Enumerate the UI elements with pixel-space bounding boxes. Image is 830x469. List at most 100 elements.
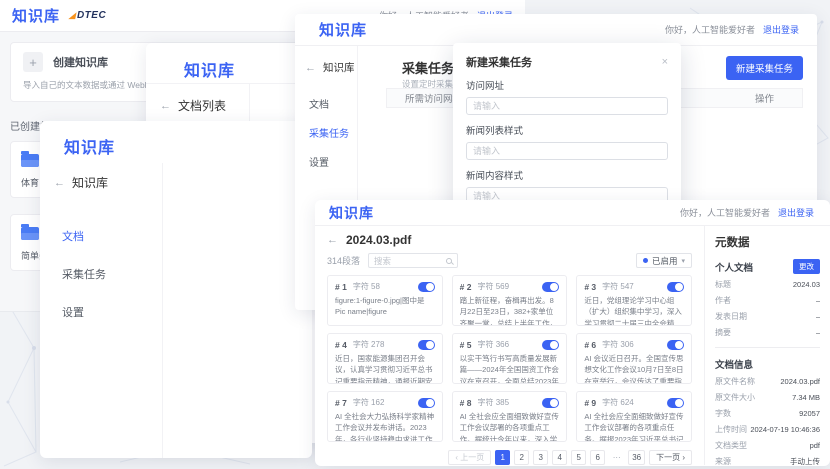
win-c-logout-link[interactable]: 退出登录 bbox=[763, 23, 799, 36]
chunk-enabled-toggle[interactable] bbox=[542, 340, 559, 350]
back-arrow-icon[interactable]: ← bbox=[327, 234, 338, 246]
status-filter-button[interactable]: 已启用 ▾ bbox=[636, 253, 692, 268]
plus-icon: + bbox=[23, 52, 43, 72]
chunk-text: 以实干笃行书写高质量发展新篇——2024年全国国资工作会议在京召开，全面总结20… bbox=[460, 353, 560, 384]
chunk-text: 近日，国家能源集团召开会议，认真学习贯彻习近平总书记重要指示精神，通报近期安全生… bbox=[335, 353, 435, 384]
status-filter-label: 已启用 bbox=[652, 255, 678, 267]
page-number-button[interactable]: 3 bbox=[533, 450, 548, 465]
chunk-char-count: 字符 162 bbox=[353, 397, 385, 408]
page-number-button[interactable]: 6 bbox=[590, 450, 605, 465]
chunk-card[interactable]: # 8 字符 385 AI 全社会应全面细致做好宣传工作会议部署的各项重点工作。… bbox=[452, 391, 568, 442]
chunk-enabled-toggle[interactable] bbox=[418, 282, 435, 292]
doc-fields: 标题 2024.03 作者 – 发表日期 – bbox=[715, 279, 820, 338]
chunk-card[interactable]: # 7 字符 162 AI 全社会大力弘扬科学家精神工作会议并发布讲话。2023… bbox=[327, 391, 443, 442]
back-arrow-icon: ← bbox=[305, 62, 316, 74]
chunk-toolbar: 314段落 已启用 ▾ bbox=[327, 253, 692, 268]
chunk-card[interactable]: # 5 字符 366 以实干笃行书写高质量发展新篇——2024年全国国资工作会议… bbox=[452, 333, 568, 384]
page-number-button[interactable]: ··· bbox=[609, 450, 624, 465]
chunk-card[interactable]: # 6 字符 306 AI 会议近日召开。全国宣传思想文化工作会议10月7日至8… bbox=[576, 333, 692, 384]
modal-field: 新闻列表样式 bbox=[466, 123, 668, 160]
chunk-card[interactable]: # 1 字符 58 figure:1-figure-0.jpg|图中是Pic n… bbox=[327, 275, 443, 326]
window-document-detail: 知识库 你好，人工智能爱好者 退出登录 ← 2024.03.pdf 314段落 bbox=[315, 200, 830, 466]
change-doc-type-button[interactable]: 更改 bbox=[793, 259, 820, 274]
meta-row: 来源 手动上传 bbox=[715, 456, 820, 465]
chunk-card[interactable]: # 3 字符 547 近日，党组理论学习中心组（扩大）组织集中学习，深入学习贯彻… bbox=[576, 275, 692, 326]
chunk-char-count: 字符 385 bbox=[477, 397, 509, 408]
sidebar-menu-item[interactable]: 采集任务 bbox=[40, 255, 312, 293]
doc-type-section-title: 个人文档 bbox=[715, 260, 753, 274]
chunk-search[interactable] bbox=[368, 253, 458, 268]
sidebar-menu-item[interactable]: 设置 bbox=[40, 293, 312, 331]
chunk-enabled-toggle[interactable] bbox=[667, 282, 684, 292]
sidebar-menu-item[interactable]: 设置 bbox=[295, 147, 357, 176]
page-number-button[interactable]: 4 bbox=[552, 450, 567, 465]
chunk-enabled-toggle[interactable] bbox=[418, 340, 435, 350]
chunk-char-count: 字符 624 bbox=[602, 397, 634, 408]
tasks-sidebar-menu: 文档 采集任务 设置 bbox=[295, 89, 357, 176]
win-c-user-greeting: 你好，人工智能爱好者 bbox=[665, 23, 755, 36]
status-dot-icon bbox=[643, 258, 648, 263]
meta-row: 发表日期 – bbox=[715, 311, 820, 322]
meta-value: 2024-07-19 10:46:36 bbox=[750, 425, 820, 434]
chunk-enabled-toggle[interactable] bbox=[542, 398, 559, 408]
meta-label: 原文件名称 bbox=[715, 376, 755, 387]
chunk-enabled-toggle[interactable] bbox=[667, 340, 684, 350]
chunk-index: # 2 bbox=[460, 282, 472, 292]
page-number-button[interactable]: 1 bbox=[495, 450, 510, 465]
chunk-enabled-toggle[interactable] bbox=[542, 282, 559, 292]
page-number-button[interactable]: 2 bbox=[514, 450, 529, 465]
folder-icon bbox=[21, 227, 39, 240]
chunk-char-count: 字符 278 bbox=[353, 339, 385, 350]
win-d-user-greeting: 你好，人工智能爱好者 bbox=[680, 206, 770, 219]
field-label: 新闻内容样式 bbox=[466, 168, 668, 182]
screenshot-canvas: 知识库 ◢ DTEC 你好，人工智能爱好者 退出登录 + 创建知识库 导入自己的… bbox=[0, 0, 830, 469]
chunk-text: AI 会议近日召开。全国宣传思想文化工作会议10月7日至8日在京举行，会议传达了… bbox=[584, 353, 684, 384]
meta-label: 发表日期 bbox=[715, 311, 747, 322]
chunk-index: # 3 bbox=[584, 282, 596, 292]
sidebar-menu-item[interactable]: 文档 bbox=[295, 89, 357, 118]
next-page-button[interactable]: 下一页 › bbox=[649, 450, 692, 465]
back-kb[interactable]: ← 知识库 bbox=[295, 46, 357, 75]
page-number-button[interactable]: 5 bbox=[571, 450, 586, 465]
back-kb[interactable]: ← 知识库 bbox=[40, 158, 312, 191]
chunk-text: 踏上新征程，奋楫再出发。8月22日至23日，382+家单位齐聚一堂，总结上半年工… bbox=[460, 295, 560, 326]
window-kb-menu: 知识库 ← 知识库 文档 采集任务 设置 bbox=[40, 121, 312, 458]
win-d-header: 知识库 你好，人工智能爱好者 退出登录 bbox=[315, 200, 830, 226]
meta-label: 来源 bbox=[715, 456, 731, 465]
chunk-char-count: 字符 58 bbox=[353, 281, 380, 292]
chunk-card[interactable]: # 2 字符 569 踏上新征程，奋楫再出发。8月22日至23日，382+家单位… bbox=[452, 275, 568, 326]
doc-info-section-title: 文档信息 bbox=[715, 357, 753, 371]
chunk-char-count: 字符 569 bbox=[477, 281, 509, 292]
meta-value: 2024.03 bbox=[793, 280, 820, 289]
close-icon[interactable]: × bbox=[662, 56, 668, 68]
prev-page-button[interactable]: ‹ 上一页 bbox=[448, 450, 491, 465]
chunk-card[interactable]: # 4 字符 278 近日，国家能源集团召开会议，认真学习贯彻习近平总书记重要指… bbox=[327, 333, 443, 384]
metadata-panel: 元数据 个人文档 更改 标题 2024.03 作者 bbox=[704, 226, 830, 465]
chunk-index: # 5 bbox=[460, 340, 472, 350]
meta-value: – bbox=[816, 312, 820, 321]
chevron-down-icon: ▾ bbox=[681, 257, 685, 265]
field-label: 新闻列表样式 bbox=[466, 123, 668, 137]
field-input[interactable] bbox=[466, 97, 668, 115]
pagination: ‹ 上一页 1 2 3 4 5 bbox=[327, 450, 692, 465]
win-d-logout-link[interactable]: 退出登录 bbox=[778, 206, 814, 219]
win-c-header: 知识库 你好，人工智能爱好者 退出登录 bbox=[295, 14, 817, 46]
create-task-button[interactable]: 新建采集任务 bbox=[726, 56, 803, 80]
page-number-button[interactable]: 36 bbox=[628, 450, 645, 465]
meta-row: 摘要 – bbox=[715, 327, 820, 338]
meta-value: pdf bbox=[810, 441, 820, 450]
field-input[interactable] bbox=[466, 142, 668, 160]
meta-row: 原文件名称 2024.03.pdf bbox=[715, 376, 820, 387]
chunk-text: AI 全社会大力弘扬科学家精神工作会议并发布讲话。2023年，各行业坚持稳中求进… bbox=[335, 411, 435, 442]
sidebar-menu-item[interactable]: 采集任务 bbox=[295, 118, 357, 147]
chunk-text: figure:1-figure-0.jpg|图中是Pic name|figure bbox=[335, 295, 435, 318]
folder-icon bbox=[21, 154, 39, 167]
chunk-enabled-toggle[interactable] bbox=[418, 398, 435, 408]
chunk-text: AI 全社会应全面细致做好宣传工作会议部署的各项重点任务。据报2023年习近平总… bbox=[584, 411, 684, 442]
field-label: 访问网址 bbox=[466, 78, 668, 92]
chunk-card[interactable]: # 9 字符 624 AI 全社会应全面细致做好宣传工作会议部署的各项重点任务。… bbox=[576, 391, 692, 442]
chunk-enabled-toggle[interactable] bbox=[667, 398, 684, 408]
search-input[interactable] bbox=[374, 256, 444, 266]
sidebar-menu-item[interactable]: 文档 bbox=[40, 217, 312, 255]
logo-mark-icon: ◢ bbox=[68, 10, 77, 21]
